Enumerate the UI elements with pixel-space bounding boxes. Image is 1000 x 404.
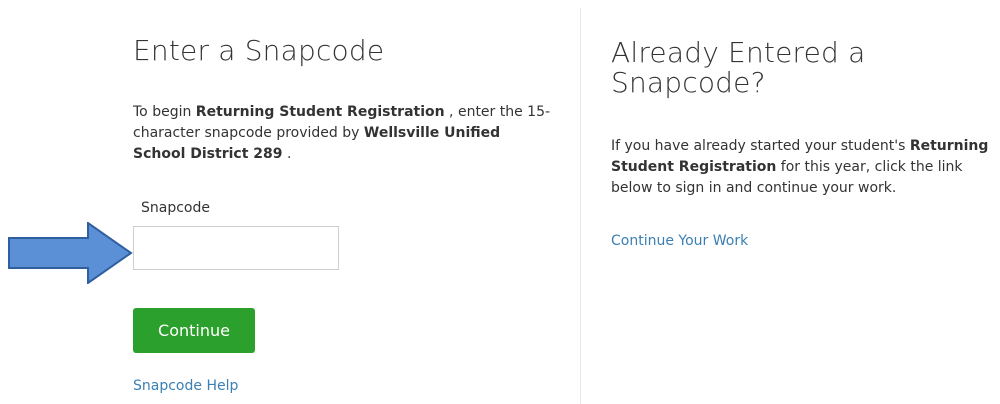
snapcode-field-label: Snapcode bbox=[141, 200, 210, 216]
arrow-right-icon bbox=[8, 222, 133, 284]
snapcode-help-link[interactable]: Snapcode Help bbox=[133, 378, 238, 394]
intro-suffix: . bbox=[282, 146, 292, 162]
enter-snapcode-intro: To begin Returning Student Registration … bbox=[133, 102, 553, 165]
enter-snapcode-title: Enter a Snapcode bbox=[133, 34, 385, 67]
continue-button[interactable]: Continue bbox=[133, 308, 255, 353]
right-text-prefix: If you have already started your student… bbox=[611, 138, 910, 154]
already-entered-title: Already Entered a Snapcode? bbox=[611, 36, 866, 99]
already-entered-text: If you have already started your student… bbox=[611, 136, 996, 199]
snapcode-input[interactable] bbox=[133, 226, 339, 270]
continue-your-work-link[interactable]: Continue Your Work bbox=[611, 233, 748, 249]
intro-prefix: To begin bbox=[133, 104, 196, 120]
intro-registration: Returning Student Registration bbox=[195, 104, 445, 120]
snapcode-page: Enter a Snapcode To begin Returning Stud… bbox=[0, 0, 1000, 404]
column-divider bbox=[580, 8, 581, 404]
